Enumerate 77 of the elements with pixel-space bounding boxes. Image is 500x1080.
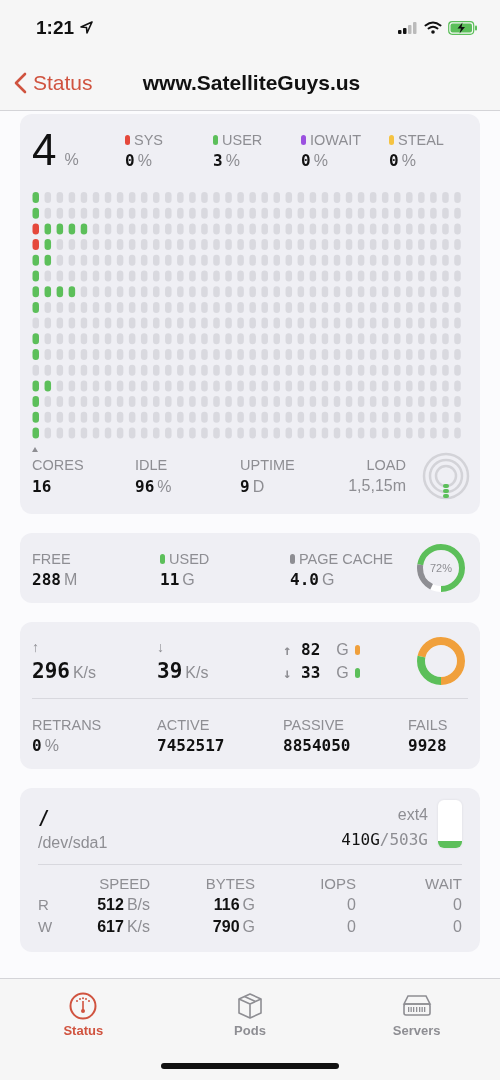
stat-value: 7452517 xyxy=(157,736,226,755)
filesystem-label: ext4 xyxy=(397,806,428,824)
stat-label: ACTIVE xyxy=(157,717,211,733)
stat-value: 288 M xyxy=(32,570,79,589)
signal-icon xyxy=(398,21,418,34)
row-label: W xyxy=(38,918,54,936)
tab-item[interactable]: Servers xyxy=(392,991,441,1038)
page-title: www.SatelliteGuys.us xyxy=(142,70,361,94)
row-label: R xyxy=(38,896,50,914)
stat-label: PASSIVE xyxy=(283,717,345,733)
stat-label: IOWAIT xyxy=(301,132,389,148)
tab-item[interactable]: Pods xyxy=(234,991,266,1038)
stat-value: 0 % xyxy=(389,151,417,170)
stat-value: 0 % xyxy=(125,151,153,170)
stat-value: 0 % xyxy=(32,736,60,755)
cpu-total: 4 xyxy=(32,128,57,172)
stat-value: 11 G xyxy=(160,570,196,589)
stat-label: USED xyxy=(160,551,290,567)
stat-label: UPTIME xyxy=(240,456,296,473)
mount-point: / xyxy=(38,806,51,828)
donut-chart xyxy=(416,543,466,593)
stat-value: 9928 xyxy=(408,736,448,755)
stat-value: 3 % xyxy=(213,151,241,170)
disk-usage: 410G/503G xyxy=(341,830,428,849)
stat-value: 0 % xyxy=(301,151,329,170)
stat-value: 9 D xyxy=(240,476,266,496)
arrow-label: ↓ xyxy=(157,639,165,655)
stat-value: 96 % xyxy=(135,476,173,496)
unit-label: G xyxy=(336,640,349,659)
column-header: WAIT xyxy=(424,875,462,892)
stat-value: 4.0 G xyxy=(290,570,336,589)
caret-icon xyxy=(32,447,38,452)
stat-value: 8854050 xyxy=(283,736,352,755)
donut-label: 72% xyxy=(430,562,452,574)
device-path: /dev/sda1 xyxy=(38,834,109,852)
donut-chart xyxy=(416,636,466,686)
box-icon xyxy=(235,991,265,1021)
table-cell-text: 0 xyxy=(452,896,462,914)
stat-label: IDLE xyxy=(135,456,169,473)
rate-value: 296 K/s xyxy=(32,659,98,683)
table-cell-text: 0 xyxy=(346,896,356,914)
stat-label: STEAL xyxy=(389,132,468,148)
location-icon xyxy=(80,21,94,34)
stat-label: RETRANS xyxy=(32,717,103,733)
chevron-icon xyxy=(14,71,27,94)
stat-label: USER xyxy=(213,132,301,148)
back-button[interactable]: Status xyxy=(14,70,93,95)
stat-label: CORES xyxy=(32,456,85,473)
arrow-label: ↑ xyxy=(32,639,40,655)
rate-value: 39 K/s xyxy=(157,659,210,683)
unit-label: % xyxy=(64,151,79,169)
stat-label: SYS xyxy=(125,132,213,148)
battery-icon xyxy=(448,20,478,35)
table-cell-text: 512 B/s xyxy=(96,896,150,914)
stat-label: PAGE CACHE xyxy=(290,551,416,567)
stat-caption: 1,5,15m xyxy=(348,477,406,495)
table-cell-text: 0 xyxy=(452,918,462,936)
column-header: SPEED xyxy=(98,875,150,892)
stat-value: 16 xyxy=(32,476,53,496)
column-header: IOPS xyxy=(319,875,356,892)
total-value: ↑ 82 xyxy=(283,640,321,659)
total-value: ↓ 33 xyxy=(283,663,321,682)
wifi-icon xyxy=(424,21,442,34)
load-rings-icon xyxy=(422,452,470,500)
disk-gauge xyxy=(438,800,462,848)
table-cell-text: 790 G xyxy=(211,918,255,936)
table-cell-text: 116 G xyxy=(212,896,255,914)
gauge-icon xyxy=(68,991,99,1021)
stat-label: FREE xyxy=(32,551,72,567)
stat-label: LOAD xyxy=(366,457,406,473)
table-cell-text: 617 K/s xyxy=(96,918,150,936)
column-header: BYTES xyxy=(204,875,255,892)
tab-item[interactable]: Status xyxy=(63,991,104,1038)
table-cell-text: 0 xyxy=(346,918,356,936)
unit-label: G xyxy=(336,663,349,682)
status-time: 1:21 xyxy=(36,16,75,39)
stat-label: FAILS xyxy=(408,717,449,733)
